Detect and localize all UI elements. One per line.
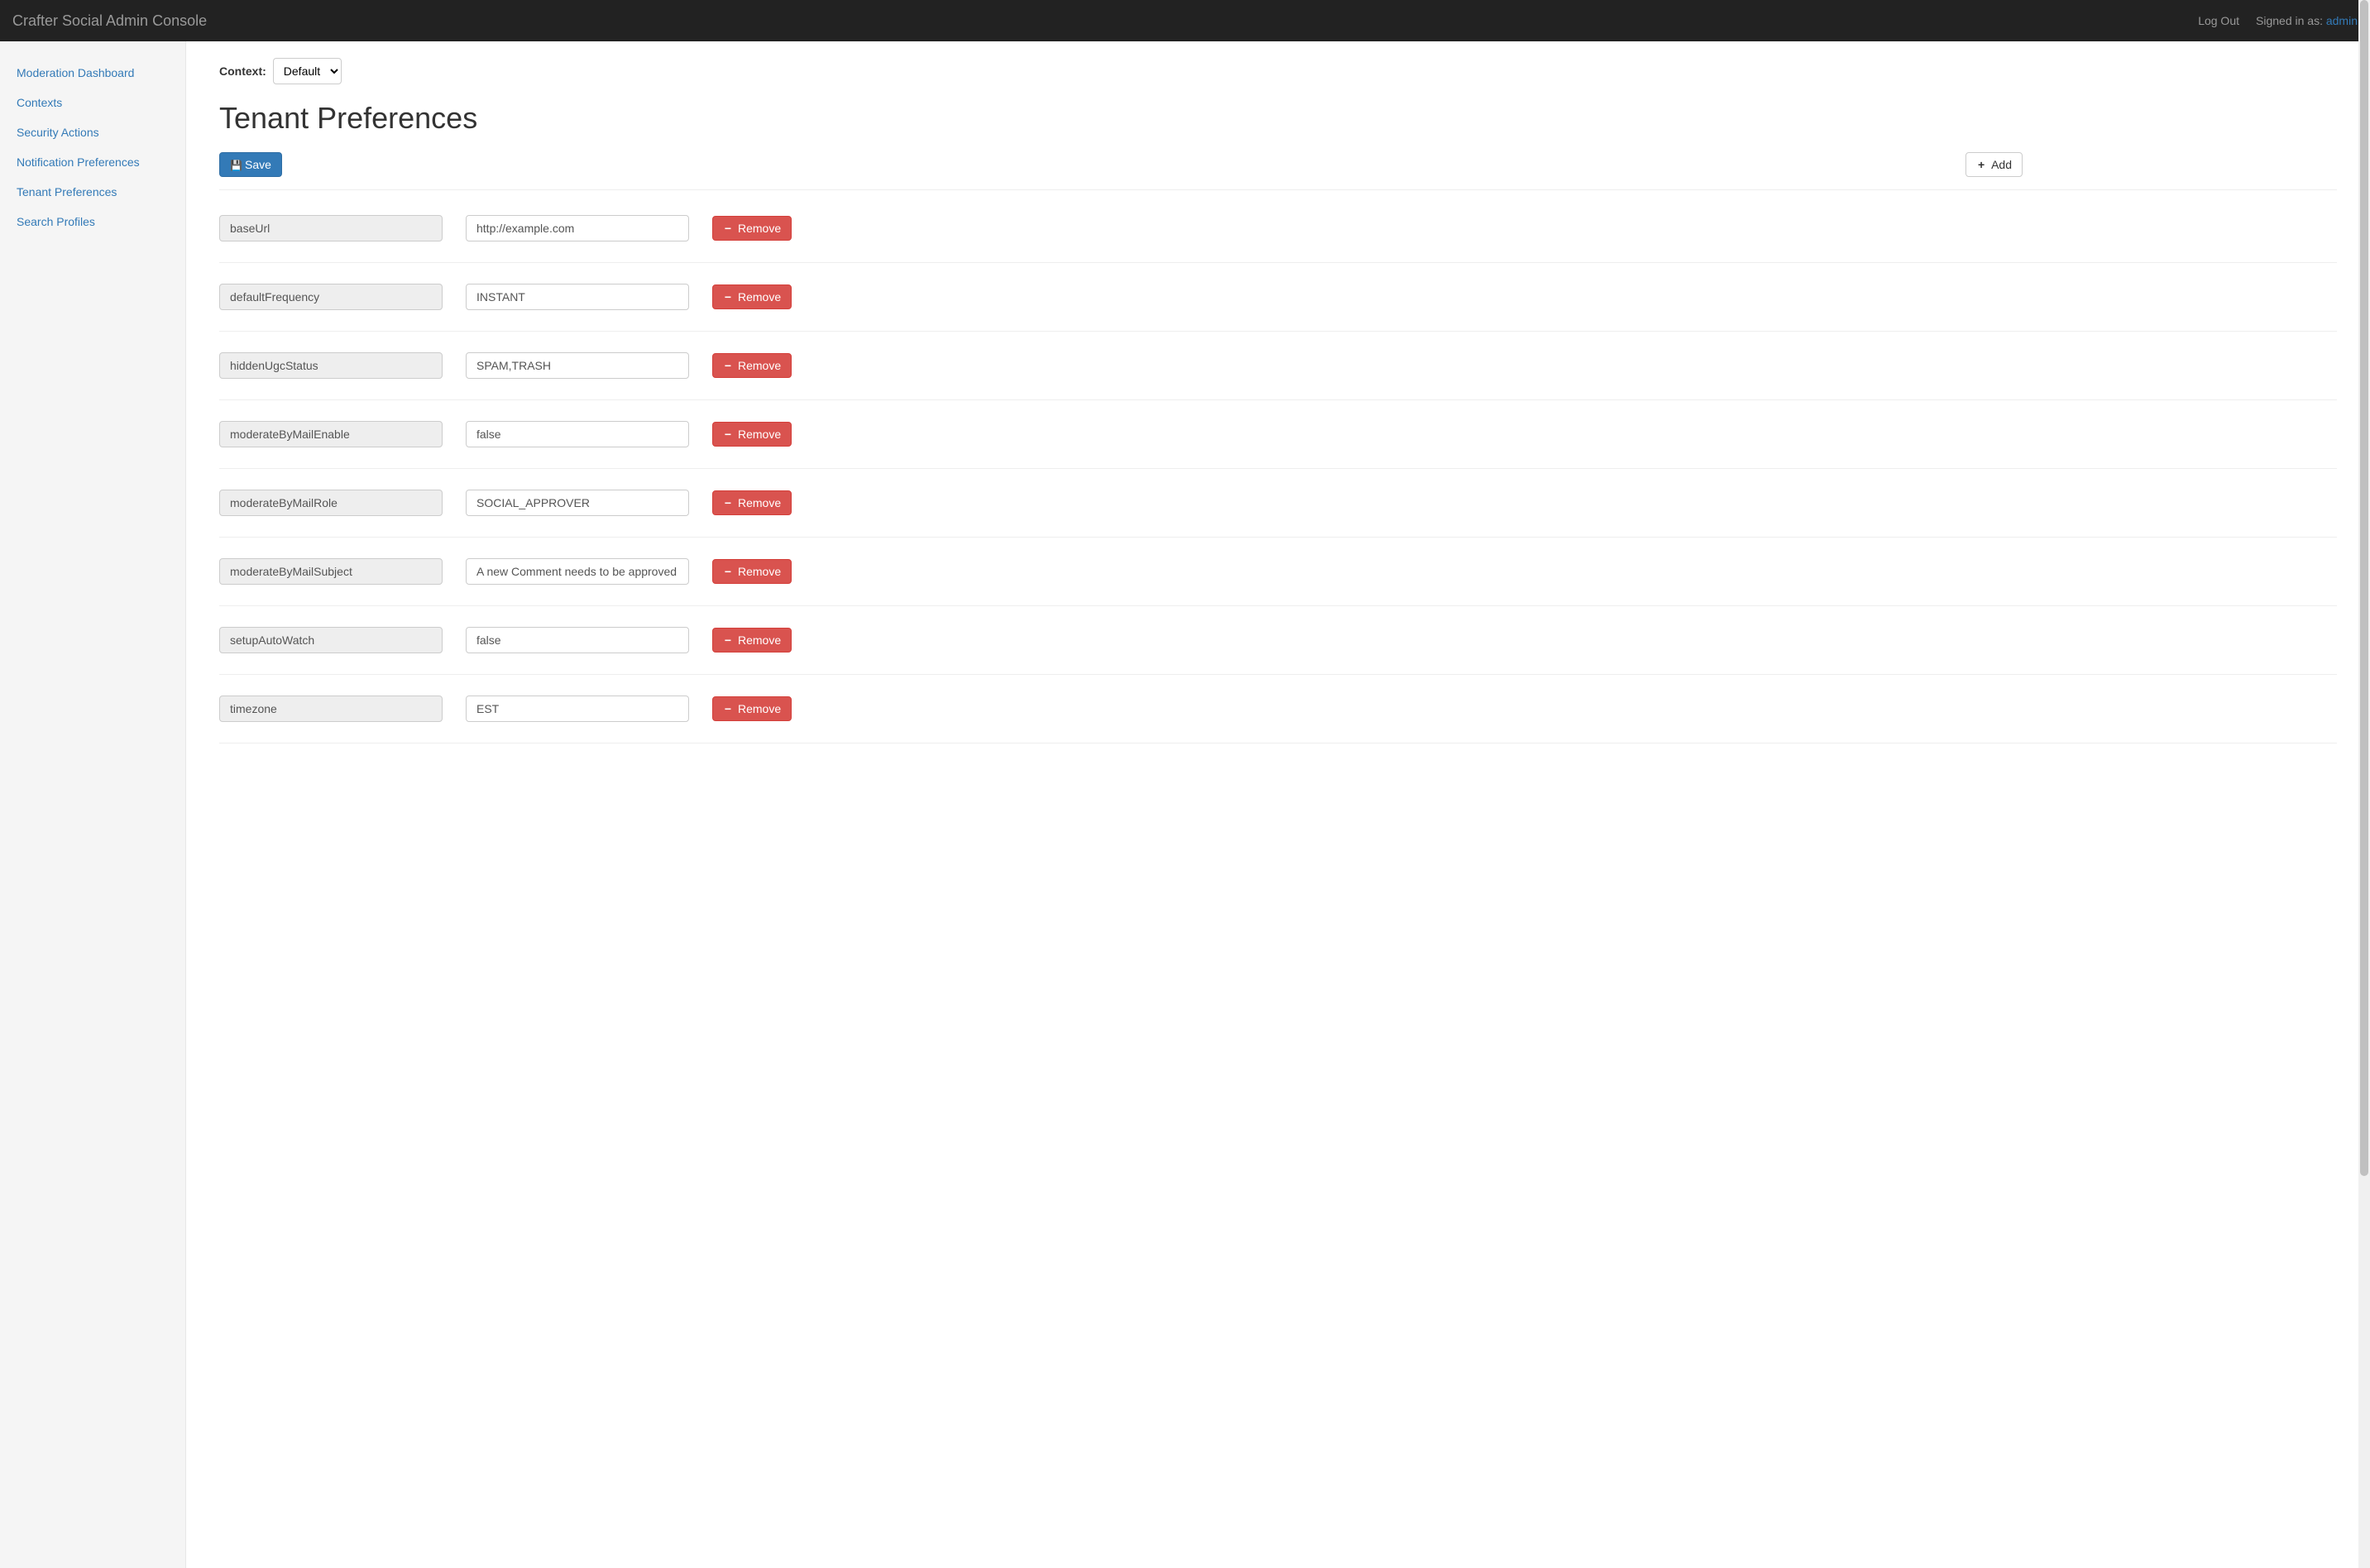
remove-label: Remove: [738, 428, 781, 441]
context-select[interactable]: Default: [273, 58, 342, 84]
save-label: Save: [245, 158, 271, 171]
context-row: Context: Default: [219, 58, 2337, 84]
sidebar-link[interactable]: Notification Preferences: [17, 155, 140, 169]
remove-button[interactable]: Remove: [712, 696, 792, 721]
signed-in-user-link[interactable]: admin: [2326, 14, 2358, 27]
remove-button[interactable]: Remove: [712, 422, 792, 447]
add-button[interactable]: Add: [1965, 152, 2023, 177]
remove-label: Remove: [738, 565, 781, 578]
sidebar-link[interactable]: Security Actions: [17, 126, 99, 139]
remove-button[interactable]: Remove: [712, 559, 792, 584]
pref-key-input[interactable]: [219, 558, 443, 585]
navbar: Crafter Social Admin Console Log Out Sig…: [0, 0, 2370, 41]
sidebar-link[interactable]: Tenant Preferences: [17, 185, 117, 198]
remove-label: Remove: [738, 222, 781, 235]
add-label: Add: [1991, 158, 2012, 171]
minus-icon: [723, 428, 733, 441]
pref-key-input[interactable]: [219, 627, 443, 653]
sidebar-item-contexts[interactable]: Contexts: [0, 88, 185, 117]
sidebar-list: Moderation Dashboard Contexts Security A…: [0, 58, 185, 237]
pref-row: Remove: [219, 400, 2337, 469]
minus-icon: [723, 633, 733, 647]
remove-label: Remove: [738, 290, 781, 304]
pref-value-input[interactable]: [466, 490, 689, 516]
pref-key-input[interactable]: [219, 696, 443, 722]
pref-value-input[interactable]: [466, 421, 689, 447]
save-icon: [230, 158, 240, 171]
pref-key-input[interactable]: [219, 490, 443, 516]
main-content: Context: Default Tenant Preferences Save…: [186, 41, 2370, 1568]
pref-row: Remove: [219, 675, 2337, 743]
signed-in-text: Signed in as: admin: [2256, 14, 2358, 27]
plus-icon: [1976, 158, 1986, 171]
pref-row: Remove: [219, 263, 2337, 332]
sidebar-item-notification[interactable]: Notification Preferences: [0, 147, 185, 177]
pref-value-input[interactable]: [466, 352, 689, 379]
remove-button[interactable]: Remove: [712, 216, 792, 241]
pref-row: Remove: [219, 207, 2337, 263]
sidebar-item-moderation[interactable]: Moderation Dashboard: [0, 58, 185, 88]
context-label: Context:: [219, 65, 266, 78]
logout-link[interactable]: Log Out: [2198, 14, 2239, 27]
remove-label: Remove: [738, 359, 781, 372]
remove-button[interactable]: Remove: [712, 490, 792, 515]
pref-value-input[interactable]: [466, 696, 689, 722]
preferences-list: Remove Remove Remove Remove Remove Remove Remo…: [219, 207, 2337, 743]
pref-value-input[interactable]: [466, 627, 689, 653]
pref-key-input[interactable]: [219, 352, 443, 379]
remove-button[interactable]: Remove: [712, 284, 792, 309]
signed-in-prefix: Signed in as:: [2256, 14, 2326, 27]
scrollbar-thumb[interactable]: [2360, 0, 2368, 1176]
pref-row: Remove: [219, 469, 2337, 538]
minus-icon: [723, 702, 733, 715]
pref-value-input[interactable]: [466, 215, 689, 241]
sidebar: Moderation Dashboard Contexts Security A…: [0, 41, 186, 1568]
minus-icon: [723, 222, 733, 235]
sidebar-item-tenant[interactable]: Tenant Preferences: [0, 177, 185, 207]
sidebar-link[interactable]: Moderation Dashboard: [17, 66, 134, 79]
pref-row: Remove: [219, 538, 2337, 606]
remove-label: Remove: [738, 496, 781, 509]
minus-icon: [723, 359, 733, 372]
page-title: Tenant Preferences: [219, 101, 2337, 136]
pref-key-input[interactable]: [219, 215, 443, 241]
sidebar-item-search[interactable]: Search Profiles: [0, 207, 185, 237]
remove-label: Remove: [738, 633, 781, 647]
remove-button[interactable]: Remove: [712, 353, 792, 378]
sidebar-link[interactable]: Search Profiles: [17, 215, 95, 228]
minus-icon: [723, 290, 733, 304]
pref-key-input[interactable]: [219, 284, 443, 310]
pref-key-input[interactable]: [219, 421, 443, 447]
remove-label: Remove: [738, 702, 781, 715]
sidebar-link[interactable]: Contexts: [17, 96, 62, 109]
action-row: Save Add: [219, 152, 2337, 190]
pref-value-input[interactable]: [466, 284, 689, 310]
minus-icon: [723, 565, 733, 578]
pref-row: Remove: [219, 606, 2337, 675]
pref-row: Remove: [219, 332, 2337, 400]
pref-value-input[interactable]: [466, 558, 689, 585]
scrollbar-track[interactable]: [2358, 0, 2370, 1568]
minus-icon: [723, 496, 733, 509]
navbar-right: Log Out Signed in as: admin: [2198, 14, 2358, 27]
save-button[interactable]: Save: [219, 152, 282, 177]
navbar-brand: Crafter Social Admin Console: [12, 12, 207, 30]
remove-button[interactable]: Remove: [712, 628, 792, 653]
sidebar-item-security[interactable]: Security Actions: [0, 117, 185, 147]
